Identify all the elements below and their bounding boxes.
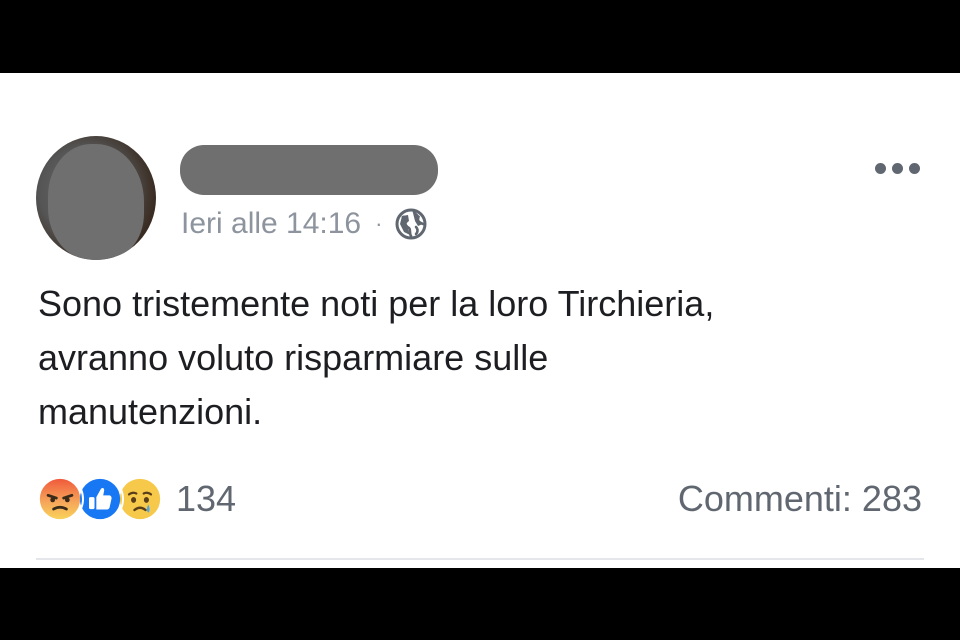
divider xyxy=(36,558,924,560)
post-text-line: Sono tristemente noti per la loro Tirchi… xyxy=(38,283,715,324)
post-text-line: manutenzioni. xyxy=(38,391,263,432)
reaction-count[interactable]: 134 xyxy=(176,478,236,520)
avatar[interactable] xyxy=(36,136,156,260)
post-body: Sono tristemente noti per la loro Tirchi… xyxy=(38,277,918,439)
comments-count-link[interactable]: Commenti: 283 xyxy=(678,473,922,525)
ellipsis-dot xyxy=(909,163,920,174)
meta-separator: · xyxy=(375,211,383,236)
post-text-line: avranno voluto risparmiare sulle xyxy=(38,337,549,378)
globe-icon[interactable] xyxy=(394,207,428,241)
author-name-redacted[interactable] xyxy=(180,145,438,195)
avatar-redaction xyxy=(48,144,144,260)
ellipsis-dot xyxy=(892,163,903,174)
facebook-post-card: Ieri alle 14:16 · Sono tristemente noti … xyxy=(0,73,960,568)
more-options-ellipsis-icon[interactable] xyxy=(875,163,920,174)
reactions-summary[interactable]: 134 xyxy=(36,473,236,525)
angry-reaction-icon xyxy=(36,475,84,523)
post-meta: Ieri alle 14:16 · xyxy=(181,204,428,244)
post-timestamp[interactable]: Ieri alle 14:16 xyxy=(181,207,361,241)
ellipsis-dot xyxy=(875,163,886,174)
